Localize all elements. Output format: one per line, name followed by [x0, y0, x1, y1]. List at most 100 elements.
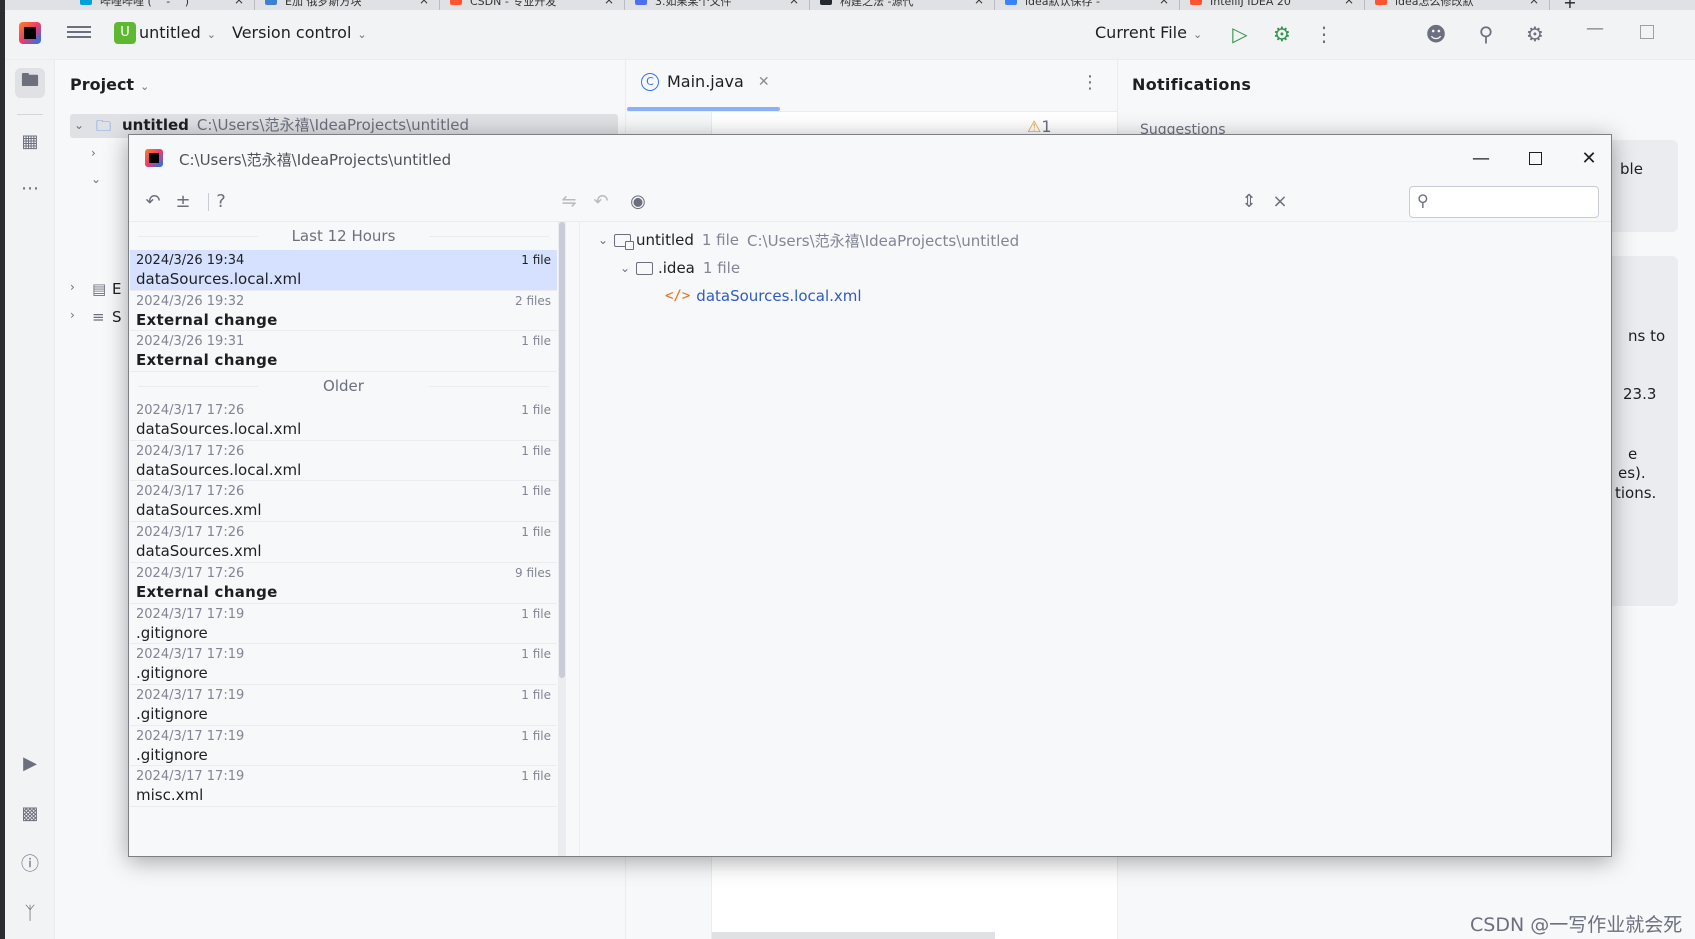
scrollbar-thumb[interactable]	[559, 222, 565, 678]
problems-icon[interactable]: ⓘ	[15, 848, 45, 878]
browser-tab[interactable]: 哔哩哔哩 ( ゜- ゜) ×	[70, 0, 255, 10]
new-tab-button[interactable]: +	[1550, 0, 1590, 10]
revision-item[interactable]: 2024/3/17 17:19 1 file .gitignore	[130, 726, 557, 767]
settings-gear-icon[interactable]: ⚙	[1522, 21, 1548, 47]
create-patch-icon[interactable]: ±	[171, 189, 195, 213]
close-tab-icon[interactable]: ×	[1344, 0, 1354, 6]
revision-file-count: 1 file	[521, 687, 551, 702]
revision-item[interactable]: 2024/3/26 19:31 1 file External change	[130, 331, 557, 373]
project-widget[interactable]: untitled ⌄	[139, 23, 216, 42]
structure-icon[interactable]: ▦	[15, 126, 45, 156]
close-tab-icon[interactable]: ✕	[758, 74, 770, 90]
project-badge[interactable]: U	[114, 22, 136, 44]
filter-search-field[interactable]: ⚲	[1409, 186, 1599, 218]
notification-text-fragment: es).	[1618, 464, 1646, 482]
browser-tab[interactable]: 3.如果某个文件 ×	[625, 0, 810, 10]
show-diff-icon[interactable]: ⇋	[557, 189, 581, 213]
chevron-right-icon[interactable]: ›	[91, 146, 96, 160]
external-libraries-label[interactable]: E	[112, 280, 121, 298]
tab-options-icon[interactable]: ⋮	[1081, 72, 1099, 93]
chevron-down-icon[interactable]: ⌄	[91, 172, 101, 186]
revision-file-count: 1 file	[521, 403, 551, 418]
revision-file-count: 1 file	[521, 525, 551, 540]
revisions-scrollbar[interactable]	[558, 222, 566, 856]
chevron-right-icon[interactable]: ›	[70, 308, 75, 322]
main-menu-icon[interactable]	[67, 23, 91, 43]
chevron-down-icon[interactable]: ⌄	[74, 118, 84, 132]
library-icon: ▤	[92, 280, 107, 298]
browser-tab[interactable]: CSDN - 专业开发 ×	[440, 0, 625, 10]
revision-item[interactable]: 2024/3/17 17:19 1 file .gitignore	[130, 685, 557, 726]
search-everywhere-icon[interactable]: ⚲	[1473, 21, 1499, 47]
revision-item[interactable]: 2024/3/17 17:26 1 file dataSources.local.x…	[130, 400, 557, 441]
help-icon[interactable]: ?	[209, 189, 233, 213]
chevron-right-icon[interactable]: ›	[70, 280, 75, 294]
revision-item[interactable]: 2024/3/17 17:19 1 file .gitignore	[130, 604, 557, 645]
tab-favicon-icon	[820, 0, 832, 5]
view-eye-icon[interactable]: ◉	[626, 189, 650, 213]
revision-item[interactable]: 2024/3/17 17:26 1 file dataSources.xml	[130, 522, 557, 563]
revisions-list[interactable]: Last 12 Hours 2024/3/26 19:34 1 file dataSo…	[130, 222, 557, 856]
browser-tab[interactable]: E加 俄罗斯方块 ×	[255, 0, 440, 10]
filter-search-input[interactable]	[1440, 192, 1590, 212]
browser-tab[interactable]: idea默认保存 - ×	[995, 0, 1180, 10]
collapse-all-icon[interactable]: ×	[1268, 189, 1292, 213]
code-with-me-icon[interactable]: ☻	[1423, 21, 1449, 47]
chevron-down-icon[interactable]: ⌄	[620, 261, 636, 275]
scratches-label[interactable]: S	[112, 308, 122, 326]
expand-all-icon[interactable]: ⇕	[1237, 189, 1261, 213]
vcs-widget[interactable]: Version control ⌄	[232, 23, 367, 42]
close-tab-icon[interactable]: ×	[234, 0, 244, 6]
revision-item[interactable]: 2024/3/17 17:26 1 file dataSources.local.x…	[130, 441, 557, 482]
tree-row-folder[interactable]: ⌄ .idea 1 file	[620, 255, 740, 281]
dialog-close-icon[interactable]: ✕	[1574, 145, 1604, 171]
tree-row-root[interactable]: ⌄ untitled 1 file C:\Users\范永禧\IdeaProje…	[598, 227, 1019, 253]
tree-root-count: 1 file	[701, 231, 740, 249]
browser-tab[interactable]: 构建之法 -源代 ×	[810, 0, 995, 10]
close-tab-icon[interactable]: ×	[1159, 0, 1169, 6]
debug-icon[interactable]: ⚙	[1269, 21, 1295, 47]
run-config-widget[interactable]: Current File ⌄	[1095, 23, 1202, 42]
revert-selection-icon[interactable]: ↶	[589, 189, 613, 213]
revision-item[interactable]: 2024/3/17 17:19 1 file misc.xml	[130, 766, 557, 807]
revision-item[interactable]: 2024/3/26 19:34 1 file dataSources.local.x…	[130, 250, 557, 291]
revision-item[interactable]: 2024/3/26 19:32 2 files External change	[130, 291, 557, 332]
dialog-minimize-icon[interactable]: —	[1466, 145, 1496, 171]
more-tool-windows-icon[interactable]: ⋯	[15, 173, 45, 203]
module-folder-icon: 🗀	[96, 117, 112, 135]
run-config-label: Current File	[1095, 23, 1187, 42]
more-actions-icon[interactable]: ⋮	[1311, 21, 1337, 47]
close-tab-icon[interactable]: ×	[974, 0, 984, 6]
revision-date: 2024/3/17 17:26	[136, 403, 245, 419]
browser-tab[interactable]: idea怎么修改默 ×	[1365, 0, 1550, 10]
close-tab-icon[interactable]: ×	[604, 0, 614, 6]
close-tab-icon[interactable]: ×	[1529, 0, 1539, 6]
terminal-icon[interactable]: ▩	[15, 798, 45, 828]
project-folder-icon[interactable]: 🖿	[15, 68, 45, 98]
run-icon[interactable]: ▷	[1227, 21, 1253, 47]
revision-file-count: 1 file	[521, 253, 551, 267]
window-maximize-icon[interactable]	[1640, 25, 1654, 39]
project-pane-title[interactable]: Project ⌄	[70, 75, 149, 94]
git-branch-icon[interactable]: ᛉ	[15, 898, 45, 928]
revision-item[interactable]: 2024/3/17 17:26 9 files External change	[130, 563, 557, 604]
close-tab-icon[interactable]: ×	[789, 0, 799, 6]
editor-horizontal-scrollbar[interactable]	[712, 932, 995, 939]
editor-tab-main-java[interactable]: C Main.java ✕	[641, 72, 770, 91]
chevron-down-icon[interactable]: ⌄	[598, 233, 614, 247]
revert-icon[interactable]: ↶	[141, 189, 165, 213]
services-icon[interactable]: ▶	[15, 748, 45, 778]
revision-file-count: 9 files	[515, 565, 551, 580]
tree-row-file[interactable]: </> dataSources.local.xml	[665, 283, 862, 309]
changes-tree[interactable]: ⌄ untitled 1 file C:\Users\范永禧\IdeaProje…	[580, 222, 1611, 856]
revision-item[interactable]: 2024/3/17 17:19 1 file .gitignore	[130, 644, 557, 685]
dialog-title-bar[interactable]: C:\Users\范永禧\IdeaProjects\untitled — ✕	[129, 135, 1611, 181]
revision-item[interactable]: 2024/3/17 17:26 1 file dataSources.xml	[130, 481, 557, 523]
revision-name: dataSources.local.xml	[136, 420, 302, 439]
browser-tab[interactable]: IntelliJ IDEA 20 ×	[1180, 0, 1365, 10]
close-tab-icon[interactable]: ×	[419, 0, 429, 6]
dialog-maximize-icon[interactable]	[1520, 145, 1550, 171]
xml-file-icon: </>	[665, 288, 691, 304]
window-minimize-icon[interactable]: —	[1583, 18, 1607, 42]
revision-file-count: 1 file	[521, 769, 551, 784]
